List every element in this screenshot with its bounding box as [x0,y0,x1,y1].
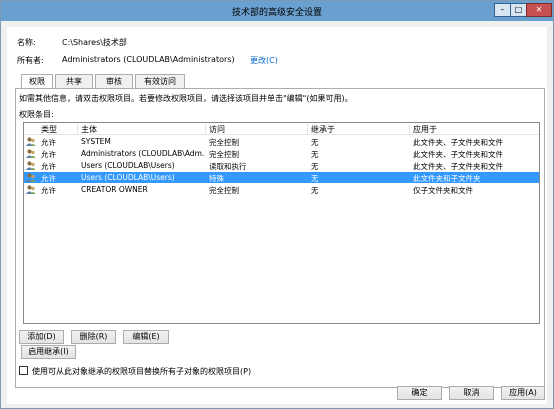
close-button[interactable]: ✕ [526,3,552,17]
window-title: 技术部的高级安全设置 [231,8,322,18]
tab-effective-access[interactable]: 有效访问 [135,74,185,89]
permission-entries-list[interactable]: 类型 主体 访问 继承于 应用于 允许 SYSTEM 完全控制 无 此文件夹、子… [23,122,540,324]
ok-button[interactable]: 确定 [397,386,442,400]
column-applies-to[interactable]: 应用于 [410,124,539,135]
row-inherited: 无 [311,186,319,195]
tab-audit[interactable]: 审核 [95,74,133,89]
user-icon [26,161,36,170]
row-principal: Users (CLOUDLAB\Users) [81,173,175,182]
row-type: 允许 [41,138,56,147]
row-inherited: 无 [311,150,319,159]
table-row[interactable]: 允许 Administrators (CLOUDLAB\Adm... 完全控制 … [24,148,539,159]
title-bar[interactable]: 技术部的高级安全设置 – □ ✕ [1,1,553,21]
tab-share[interactable]: 共享 [55,74,93,89]
user-icon [26,137,36,146]
row-principal: Users (CLOUDLAB\Users) [81,161,175,170]
cancel-button[interactable]: 取消 [449,386,494,400]
instructions-text: 如需其他信息，请双击权限项目。若要修改权限项目，请选择该项目并单击"编辑"(如果… [19,94,353,103]
row-access: 完全控制 [209,138,239,147]
owner-value: Administrators (CLOUDLAB\Administrators) [62,55,235,64]
row-inherited: 无 [311,162,319,171]
column-principal[interactable]: 主体 [78,124,206,135]
row-applies: 此文件夹、子文件夹和文件 [413,162,503,171]
entries-label: 权限条目: [19,110,54,119]
name-label: 名称: [17,38,36,47]
row-access: 特殊 [209,174,224,183]
replace-child-permissions-checkbox[interactable] [19,366,28,375]
security-settings-window: 技术部的高级安全设置 – □ ✕ 名称: C:\Shares\技术部 所有者: … [0,0,554,409]
user-icon [26,149,36,158]
row-applies: 仅子文件夹和文件 [413,186,473,195]
minimize-button[interactable]: – [494,3,511,17]
row-inherited: 无 [311,174,319,183]
column-type[interactable]: 类型 [38,124,78,135]
row-applies: 此文件夹、子文件夹和文件 [413,150,503,159]
row-inherited: 无 [311,138,319,147]
enable-inheritance-button[interactable]: 启用继承(I) [21,345,76,359]
change-owner-link[interactable]: 更改(C) [250,55,278,66]
column-access[interactable]: 访问 [206,124,308,135]
maximize-button[interactable]: □ [510,3,527,17]
column-inherited-from[interactable]: 继承于 [308,124,410,135]
user-icon [26,185,36,194]
row-type: 允许 [41,150,56,159]
row-access: 读取和执行 [209,162,247,171]
remove-button[interactable]: 删除(R) [71,330,116,344]
dialog-body: 名称: C:\Shares\技术部 所有者: Administrators (C… [7,27,547,404]
row-principal: Administrators (CLOUDLAB\Adm... [81,149,205,158]
row-applies: 此文件夹、子文件夹和文件 [413,138,503,147]
edit-button[interactable]: 编辑(E) [123,330,169,344]
table-row[interactable]: 允许 CREATOR OWNER 完全控制 无 仅子文件夹和文件 [24,184,539,195]
table-row-selected[interactable]: 允许 Users (CLOUDLAB\Users) 特殊 无 此文件夹和子文件夹 [24,172,539,183]
row-principal: CREATOR OWNER [81,185,148,194]
row-type: 允许 [41,162,56,171]
row-access: 完全控制 [209,150,239,159]
name-value: C:\Shares\技术部 [62,38,127,47]
list-header: 类型 主体 访问 继承于 应用于 [24,123,539,135]
row-applies: 此文件夹和子文件夹 [413,174,481,183]
row-type: 允许 [41,174,56,183]
replace-child-permissions-label[interactable]: 使用可从此对象继承的权限项目替换所有子对象的权限项目(P) [32,366,251,377]
apply-button[interactable]: 应用(A) [501,386,545,400]
row-principal: SYSTEM [81,137,111,146]
owner-label: 所有者: [17,56,44,65]
add-button[interactable]: 添加(D) [19,330,64,344]
permissions-panel: 如需其他信息，请双击权限项目。若要修改权限项目，请选择该项目并单击"编辑"(如果… [15,88,545,388]
user-icon [26,173,36,182]
table-row[interactable]: 允许 Users (CLOUDLAB\Users) 读取和执行 无 此文件夹、子… [24,160,539,171]
row-type: 允许 [41,186,56,195]
table-row[interactable]: 允许 SYSTEM 完全控制 无 此文件夹、子文件夹和文件 [24,136,539,147]
row-access: 完全控制 [209,186,239,195]
